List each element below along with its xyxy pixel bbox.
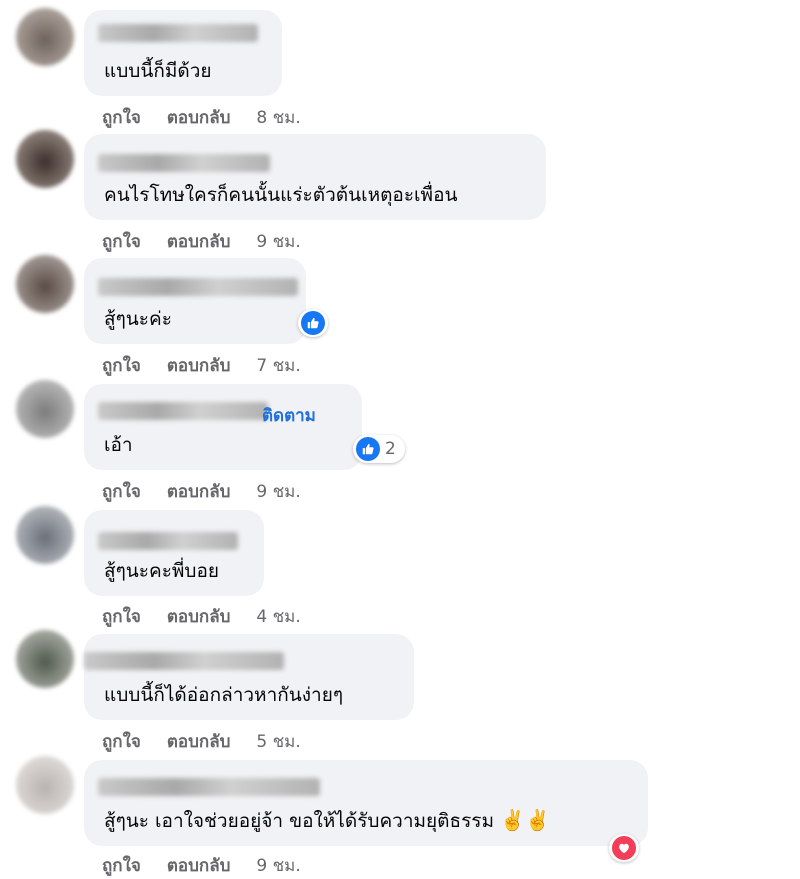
comment-bubble: สู้ๆนะค่ะ	[84, 258, 306, 344]
comment-time[interactable]: 4 ชม.	[256, 607, 300, 627]
commenter-name-blurred[interactable]	[98, 154, 270, 172]
avatar[interactable]	[16, 756, 74, 814]
like-reaction-icon	[356, 437, 380, 461]
reply-link[interactable]: ตอบกลับ	[167, 607, 231, 627]
like-reaction-icon	[301, 311, 325, 335]
comment-actions: ถูกใจ ตอบกลับ 4 ชม.	[102, 603, 327, 630]
comment-bubble: แบบนี้ก็มีด้วย	[84, 10, 282, 96]
reply-link[interactable]: ตอบกลับ	[167, 482, 231, 502]
comment-actions: ถูกใจ ตอบกลับ 5 ชม.	[102, 728, 327, 755]
comment-time[interactable]: 7 ชม.	[256, 356, 300, 376]
comment-actions: ถูกใจ ตอบกลับ 7 ชม.	[102, 352, 327, 379]
comment-actions: ถูกใจ ตอบกลับ 8 ชม.	[102, 104, 327, 131]
commenter-name-blurred[interactable]	[98, 278, 298, 296]
avatar[interactable]	[16, 506, 74, 564]
like-link[interactable]: ถูกใจ	[102, 856, 141, 876]
commenter-name-blurred[interactable]	[98, 778, 320, 796]
reply-link[interactable]: ตอบกลับ	[167, 356, 231, 376]
comment-time[interactable]: 9 ชม.	[256, 232, 300, 252]
reply-link[interactable]: ตอบกลับ	[167, 856, 231, 876]
like-link[interactable]: ถูกใจ	[102, 232, 141, 252]
reply-link[interactable]: ตอบกลับ	[167, 108, 231, 128]
comment-text: คนไรโทษใครก็คนนั้นแร่ะตัวต้นเหตุอะเพื่อน	[104, 184, 458, 206]
like-link[interactable]: ถูกใจ	[102, 356, 141, 376]
commenter-name-blurred[interactable]	[98, 402, 268, 420]
comment-time[interactable]: 8 ชม.	[256, 108, 300, 128]
like-link[interactable]: ถูกใจ	[102, 482, 141, 502]
comment-text: สู้ๆนะค่ะ	[104, 308, 172, 330]
avatar[interactable]	[16, 130, 74, 188]
comment-text: สู้ๆนะคะพี่บอย	[104, 560, 220, 582]
comment-bubble: คนไรโทษใครก็คนนั้นแร่ะตัวต้นเหตุอะเพื่อน	[84, 134, 546, 220]
comment-text: แบบนี้ก็ได้อ่อกล่าวหากันง่ายๆ	[104, 684, 344, 706]
commenter-name-blurred[interactable]	[98, 24, 258, 42]
comment-actions: ถูกใจ ตอบกลับ 9 ชม.	[102, 478, 327, 505]
comment-bubble: สู้ๆนะคะพี่บอย	[84, 510, 264, 596]
follow-link[interactable]: ติดตาม	[262, 402, 316, 429]
comment-time[interactable]: 5 ชม.	[256, 732, 300, 752]
like-link[interactable]: ถูกใจ	[102, 732, 141, 752]
like-link[interactable]: ถูกใจ	[102, 607, 141, 627]
commenter-name-blurred[interactable]	[84, 652, 284, 670]
comment-actions: ถูกใจ ตอบกลับ 9 ชม.	[102, 228, 327, 255]
comment-time[interactable]: 9 ชม.	[256, 856, 300, 876]
victory-hand-emoji: ✌️✌️	[500, 808, 550, 832]
avatar[interactable]	[16, 380, 74, 438]
like-link[interactable]: ถูกใจ	[102, 108, 141, 128]
reply-link[interactable]: ตอบกลับ	[167, 732, 231, 752]
avatar[interactable]	[16, 630, 74, 688]
comment-time[interactable]: 9 ชม.	[256, 482, 300, 502]
comment-bubble: ติดตาม เอ้า	[84, 384, 362, 470]
avatar[interactable]	[16, 255, 74, 313]
commenter-name-blurred[interactable]	[98, 532, 238, 550]
comment-bubble: สู้ๆนะ เอาใจช่วยอยู่จ้า ขอให้ได้รับความย…	[84, 760, 648, 846]
reply-link[interactable]: ตอบกลับ	[167, 232, 231, 252]
reaction-count: 2	[385, 439, 396, 459]
avatar[interactable]	[16, 8, 74, 66]
reaction-badge[interactable]	[609, 834, 639, 862]
reaction-badge[interactable]	[298, 309, 328, 337]
reaction-badge[interactable]: 2	[353, 435, 405, 463]
comment-bubble: แบบนี้ก็ได้อ่อกล่าวหากันง่ายๆ	[84, 634, 414, 720]
comment-text: สู้ๆนะ เอาใจช่วยอยู่จ้า ขอให้ได้รับความย…	[104, 808, 550, 832]
comment-text: เอ้า	[104, 434, 133, 456]
love-reaction-icon	[612, 836, 636, 860]
comment-text: แบบนี้ก็มีด้วย	[104, 60, 212, 82]
comment-actions: ถูกใจ ตอบกลับ 9 ชม.	[102, 852, 327, 879]
